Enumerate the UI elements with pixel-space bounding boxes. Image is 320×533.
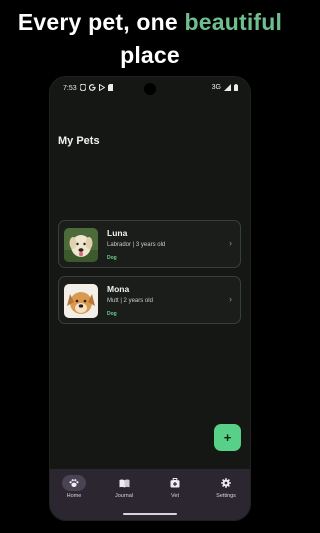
- nav-journal-label: Journal: [114, 493, 134, 499]
- pet-type-badge: Dog: [107, 255, 117, 261]
- nav-vet[interactable]: Vet: [155, 475, 195, 499]
- pet-card-mona[interactable]: Mona Mutt | 2 years old Dog ›: [58, 276, 241, 324]
- phone-screen: 7:53 3G My Pets Luna Labrador | 3 years …: [50, 77, 250, 520]
- pet-meta: Labrador | 3 years old: [107, 242, 166, 248]
- bottom-navigation: Home Journal Vet Settings: [50, 469, 250, 520]
- shield-icon: [80, 84, 86, 91]
- status-bar: 7:53 3G: [50, 77, 250, 99]
- chevron-right-icon: ›: [229, 238, 232, 248]
- nav-home-label: Home: [66, 493, 82, 499]
- chevron-right-icon: ›: [229, 294, 232, 304]
- pet-meta: Mutt | 2 years old: [107, 298, 153, 304]
- pet-card-luna[interactable]: Luna Labrador | 3 years old Dog ›: [58, 220, 241, 268]
- book-icon: [112, 475, 136, 491]
- status-time: 7:53: [63, 85, 77, 92]
- battery-icon: [234, 84, 238, 91]
- sd-card-icon: [108, 84, 113, 91]
- system-icons: 3G: [212, 84, 238, 91]
- pet-type-badge: Dog: [107, 311, 117, 317]
- paw-icon: [62, 475, 86, 491]
- network-type: 3G: [211, 84, 221, 91]
- gesture-handle[interactable]: [123, 513, 177, 515]
- play-store-icon: [99, 84, 105, 91]
- headline-part2: place: [120, 42, 180, 68]
- nav-journal[interactable]: Journal: [104, 475, 144, 499]
- nav-settings[interactable]: Settings: [206, 475, 246, 499]
- headline-part1: Every pet, one: [17, 9, 185, 35]
- headline-accent: beautiful: [184, 9, 283, 35]
- google-icon: [89, 84, 96, 91]
- pet-name: Luna: [107, 228, 128, 238]
- pet-name: Mona: [107, 284, 130, 294]
- pet-photo-mona: [64, 284, 98, 318]
- gear-icon: [214, 475, 238, 491]
- medical-bag-icon: [163, 475, 187, 491]
- front-camera: [144, 83, 156, 95]
- plus-icon: +: [223, 430, 232, 445]
- add-pet-button[interactable]: +: [214, 424, 241, 451]
- notification-icons: [80, 84, 113, 91]
- signal-icon: [224, 84, 231, 91]
- promo-headline: Every pet, one beautiful place: [0, 6, 300, 72]
- pet-photo-luna: [64, 228, 98, 262]
- page-title: My Pets: [58, 135, 100, 147]
- nav-home[interactable]: Home: [54, 475, 94, 499]
- nav-settings-label: Settings: [216, 493, 236, 499]
- nav-vet-label: Vet: [171, 493, 179, 499]
